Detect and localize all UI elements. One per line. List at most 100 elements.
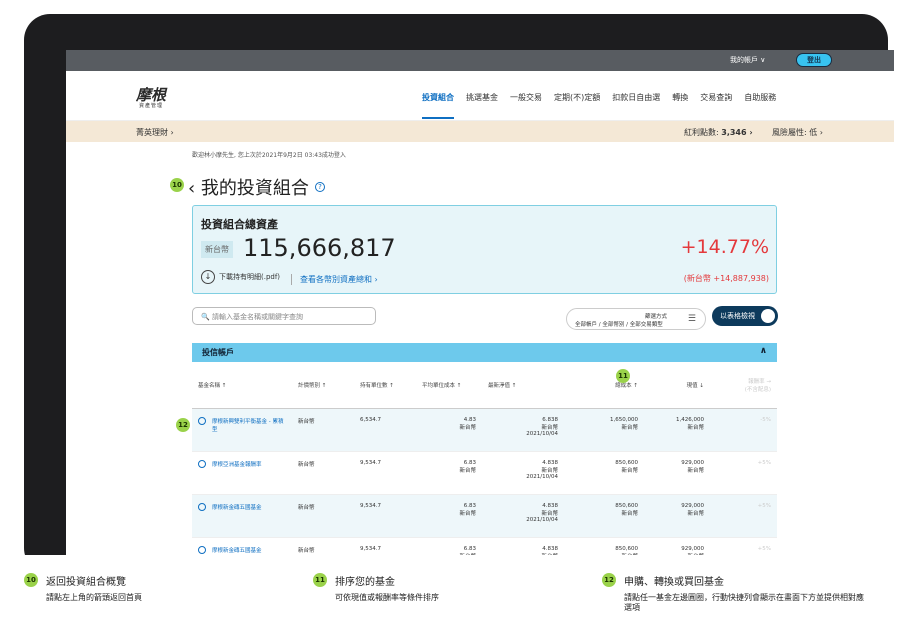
cell-units: 9,534.7 [354, 451, 416, 495]
total-cost-currency: 新台幣 [621, 424, 638, 431]
download-holdings-button[interactable]: ↓ 下載持有明細(.pdf) [201, 270, 280, 284]
tip-12: 12 申購、轉換或買回基金 請點任一基金左邊圓圈，行動快捷列會顯示在畫面下方並提供… [602, 573, 864, 613]
tip-title: 返回投資組合概覽 [46, 577, 126, 588]
toggle-knob [761, 309, 775, 323]
risk-profile-link[interactable]: 風險屬性: 低 › [772, 127, 823, 138]
col-units[interactable]: 持有單位數 ↑ [354, 362, 416, 409]
tip-title: 排序您的基金 [335, 577, 395, 588]
toggle-label: 以表格檢視 [720, 312, 755, 320]
fund-name-link[interactable]: 摩根新金磚五國基金 [212, 546, 262, 554]
callout-badge-11: 11 [616, 369, 630, 383]
download-label: 下載持有明細(.pdf) [219, 273, 281, 281]
cell-fund: 摩根亞洲基金報酬率 [192, 451, 292, 495]
nav-date: 2021/10/04 [526, 516, 558, 523]
nav-item-regular[interactable]: 定期(不)定額 [554, 92, 600, 119]
app-screen: 我的帳戶 ∨ 登出 摩根 資產管理 投資組合 挑選基金 一般交易 定期(不)定額… [66, 50, 894, 568]
nav-item-self-service[interactable]: 自助服務 [744, 92, 776, 119]
cell-currency: 新台幣 [292, 408, 354, 452]
bonus-points-label: 紅利點數: [684, 128, 719, 137]
tip-10: 10 返回投資組合概覽 請點左上角的箭頭返回首頁 [24, 573, 142, 603]
total-return-percent: +14.77% [680, 236, 769, 258]
sliders-icon: ☰ [687, 314, 696, 324]
nav-item-debit-day[interactable]: 扣款日自由選 [612, 92, 660, 119]
bonus-points-value: 3,346 › [721, 128, 753, 137]
nav-currency: 新台幣 [541, 510, 558, 517]
summary-heading: 投資組合總資產 [201, 218, 278, 231]
col-return-note: (不含配息) [744, 386, 771, 393]
table-view-toggle[interactable]: 以表格檢視 [712, 306, 778, 326]
avg-cost-currency: 新台幣 [459, 467, 476, 474]
table-row[interactable]: 摩根新興雙利平衡基金 - 累積型 新台幣 6,534.7 4.83 新台幣 6.838 新台… [192, 408, 777, 452]
tip-desc: 請點左上角的箭頭返回首頁 [46, 593, 142, 602]
tablet-frame: 我的帳戶 ∨ 登出 摩根 資產管理 投資組合 挑選基金 一般交易 定期(不)定額… [24, 14, 894, 574]
tip-badge: 12 [602, 573, 616, 587]
total-assets-amount: 115,666,817 [243, 234, 396, 262]
total-gain-amount: (新台幣 +14,887,938) [683, 274, 769, 283]
select-fund-radio[interactable] [198, 459, 206, 468]
account-section-header[interactable]: 投信帳戶 ∧ [192, 343, 777, 362]
portfolio-summary-card: 投資組合總資產 新台幣 115,666,817 +14.77% ↓ 下載持有明細(… [192, 205, 777, 294]
col-fund-name[interactable]: 基金名稱 ↑ [192, 362, 292, 409]
cell-return: +5% [710, 451, 777, 495]
fund-name-link[interactable]: 摩根新金磚五國基金 [212, 503, 262, 511]
page-title: ‹ 我的投資組合 ? [168, 174, 325, 200]
nav-item-trade[interactable]: 一般交易 [510, 92, 542, 119]
logout-button[interactable]: 登出 [796, 53, 832, 67]
bonus-points[interactable]: 紅利點數: 3,346 › [684, 127, 753, 138]
fund-name-link[interactable]: 摩根新興雙利平衡基金 - 累積型 [212, 417, 286, 433]
col-currency[interactable]: 計價幣別 ↑ [292, 362, 354, 409]
tip-11: 11 排序您的基金可依現值或報酬率等條件排序 [313, 573, 439, 603]
main-nav: 摩根 資產管理 投資組合 挑選基金 一般交易 定期(不)定額 扣款日自由選 轉換… [66, 71, 894, 121]
col-nav[interactable]: 最新淨值 ↑ [482, 362, 564, 409]
cell-nav: 6.838 新台幣 2021/10/04 [482, 408, 564, 452]
cell-nav: 4.838新台幣2021/10/04 [482, 494, 564, 538]
cell-value: 1,426,000 新台幣 [644, 408, 710, 452]
tip-badge: 11 [313, 573, 327, 587]
fund-name-link[interactable]: 摩根亞洲基金報酬率 [212, 460, 262, 468]
table-row[interactable]: 摩根新金磚五國基金新台幣 9,534.76.83新台幣4.838新台幣2021/1… [192, 494, 777, 538]
nav-date: 2021/10/04 [526, 473, 558, 480]
help-icon[interactable]: ? [314, 182, 325, 192]
cell-total-cost: 850,600新台幣 [564, 494, 644, 538]
member-ribbon: 菁英理財 › 紅利點數: 3,346 › 風險屬性: 低 › [66, 121, 894, 142]
nav-item-select-fund[interactable]: 挑選基金 [466, 92, 498, 119]
select-fund-radio[interactable] [198, 502, 206, 511]
callout-badge-10: 10 [170, 178, 184, 192]
cell-fund: 摩根新興雙利平衡基金 - 累積型 [192, 408, 292, 452]
welcome-text: 歡迎林小摩先生, 您上次於2021年9月2日 03:43成功登入 [192, 152, 346, 159]
cell-units: 6,534.7 [354, 408, 416, 452]
fund-search-input[interactable]: 🔍 請輸入基金名稱或關鍵字查詢 [192, 307, 376, 325]
elite-wealth-link[interactable]: 菁英理財 › [136, 127, 174, 138]
tip-title: 申購、轉換或買回基金 [624, 577, 724, 588]
tip-desc: 可依現值或報酬率等條件排序 [335, 593, 439, 602]
col-total-cost[interactable]: 總成本 ↑ [564, 362, 644, 409]
table-row[interactable]: 摩根亞洲基金報酬率 新台幣 9,534.7 6.83 新台幣 4.838 新台幣 2021/1… [192, 451, 777, 495]
total-cost-currency: 新台幣 [621, 510, 638, 517]
holdings-table: 基金名稱 ↑ 計價幣別 ↑ 持有單位數 ↑ 平均單位成本 ↑ 最新淨值 ↑ 總成… [192, 362, 777, 568]
select-fund-radio[interactable] [198, 416, 206, 425]
summary-currency: 新台幣 [201, 241, 233, 258]
cell-nav: 4.838新台幣2021/10/04 [482, 451, 564, 495]
my-account-menu[interactable]: 我的帳戶 ∨ [730, 55, 765, 65]
back-to-overview[interactable]: ‹ 我的投資組合 [188, 174, 309, 200]
brand-subtitle: 資產管理 [139, 103, 164, 109]
avg-cost-currency: 新台幣 [459, 510, 476, 517]
filter-title: 篩選方式 [645, 314, 668, 320]
nav-item-switch[interactable]: 轉換 [672, 92, 688, 119]
filter-button[interactable]: 篩選方式 全部帳戶 / 全部幣別 / 全部交易類型 ☰ [566, 308, 706, 330]
nav-item-portfolio[interactable]: 投資組合 [422, 92, 454, 119]
chevron-up-icon: ∧ [759, 346, 767, 356]
select-fund-radio[interactable] [198, 545, 206, 554]
col-return[interactable]: 報酬率 → (不含配息) [710, 362, 777, 409]
cell-total-cost: 1,650,000 新台幣 [564, 408, 644, 452]
cell-units: 9,534.7 [354, 494, 416, 538]
col-avg-cost[interactable]: 平均單位成本 ↑ [416, 362, 482, 409]
value-currency: 新台幣 [687, 467, 704, 474]
cell-avg-cost: 6.83新台幣 [416, 494, 482, 538]
currency-breakdown-link[interactable]: 查看各幣別資產總和 › [291, 274, 378, 285]
col-value[interactable]: 現值 ↓ [644, 362, 710, 409]
nav-item-query[interactable]: 交易查詢 [700, 92, 732, 119]
cell-total-cost: 850,600新台幣 [564, 451, 644, 495]
cell-return: +5% [710, 494, 777, 538]
top-utility-bar: 我的帳戶 ∨ 登出 [66, 50, 894, 71]
